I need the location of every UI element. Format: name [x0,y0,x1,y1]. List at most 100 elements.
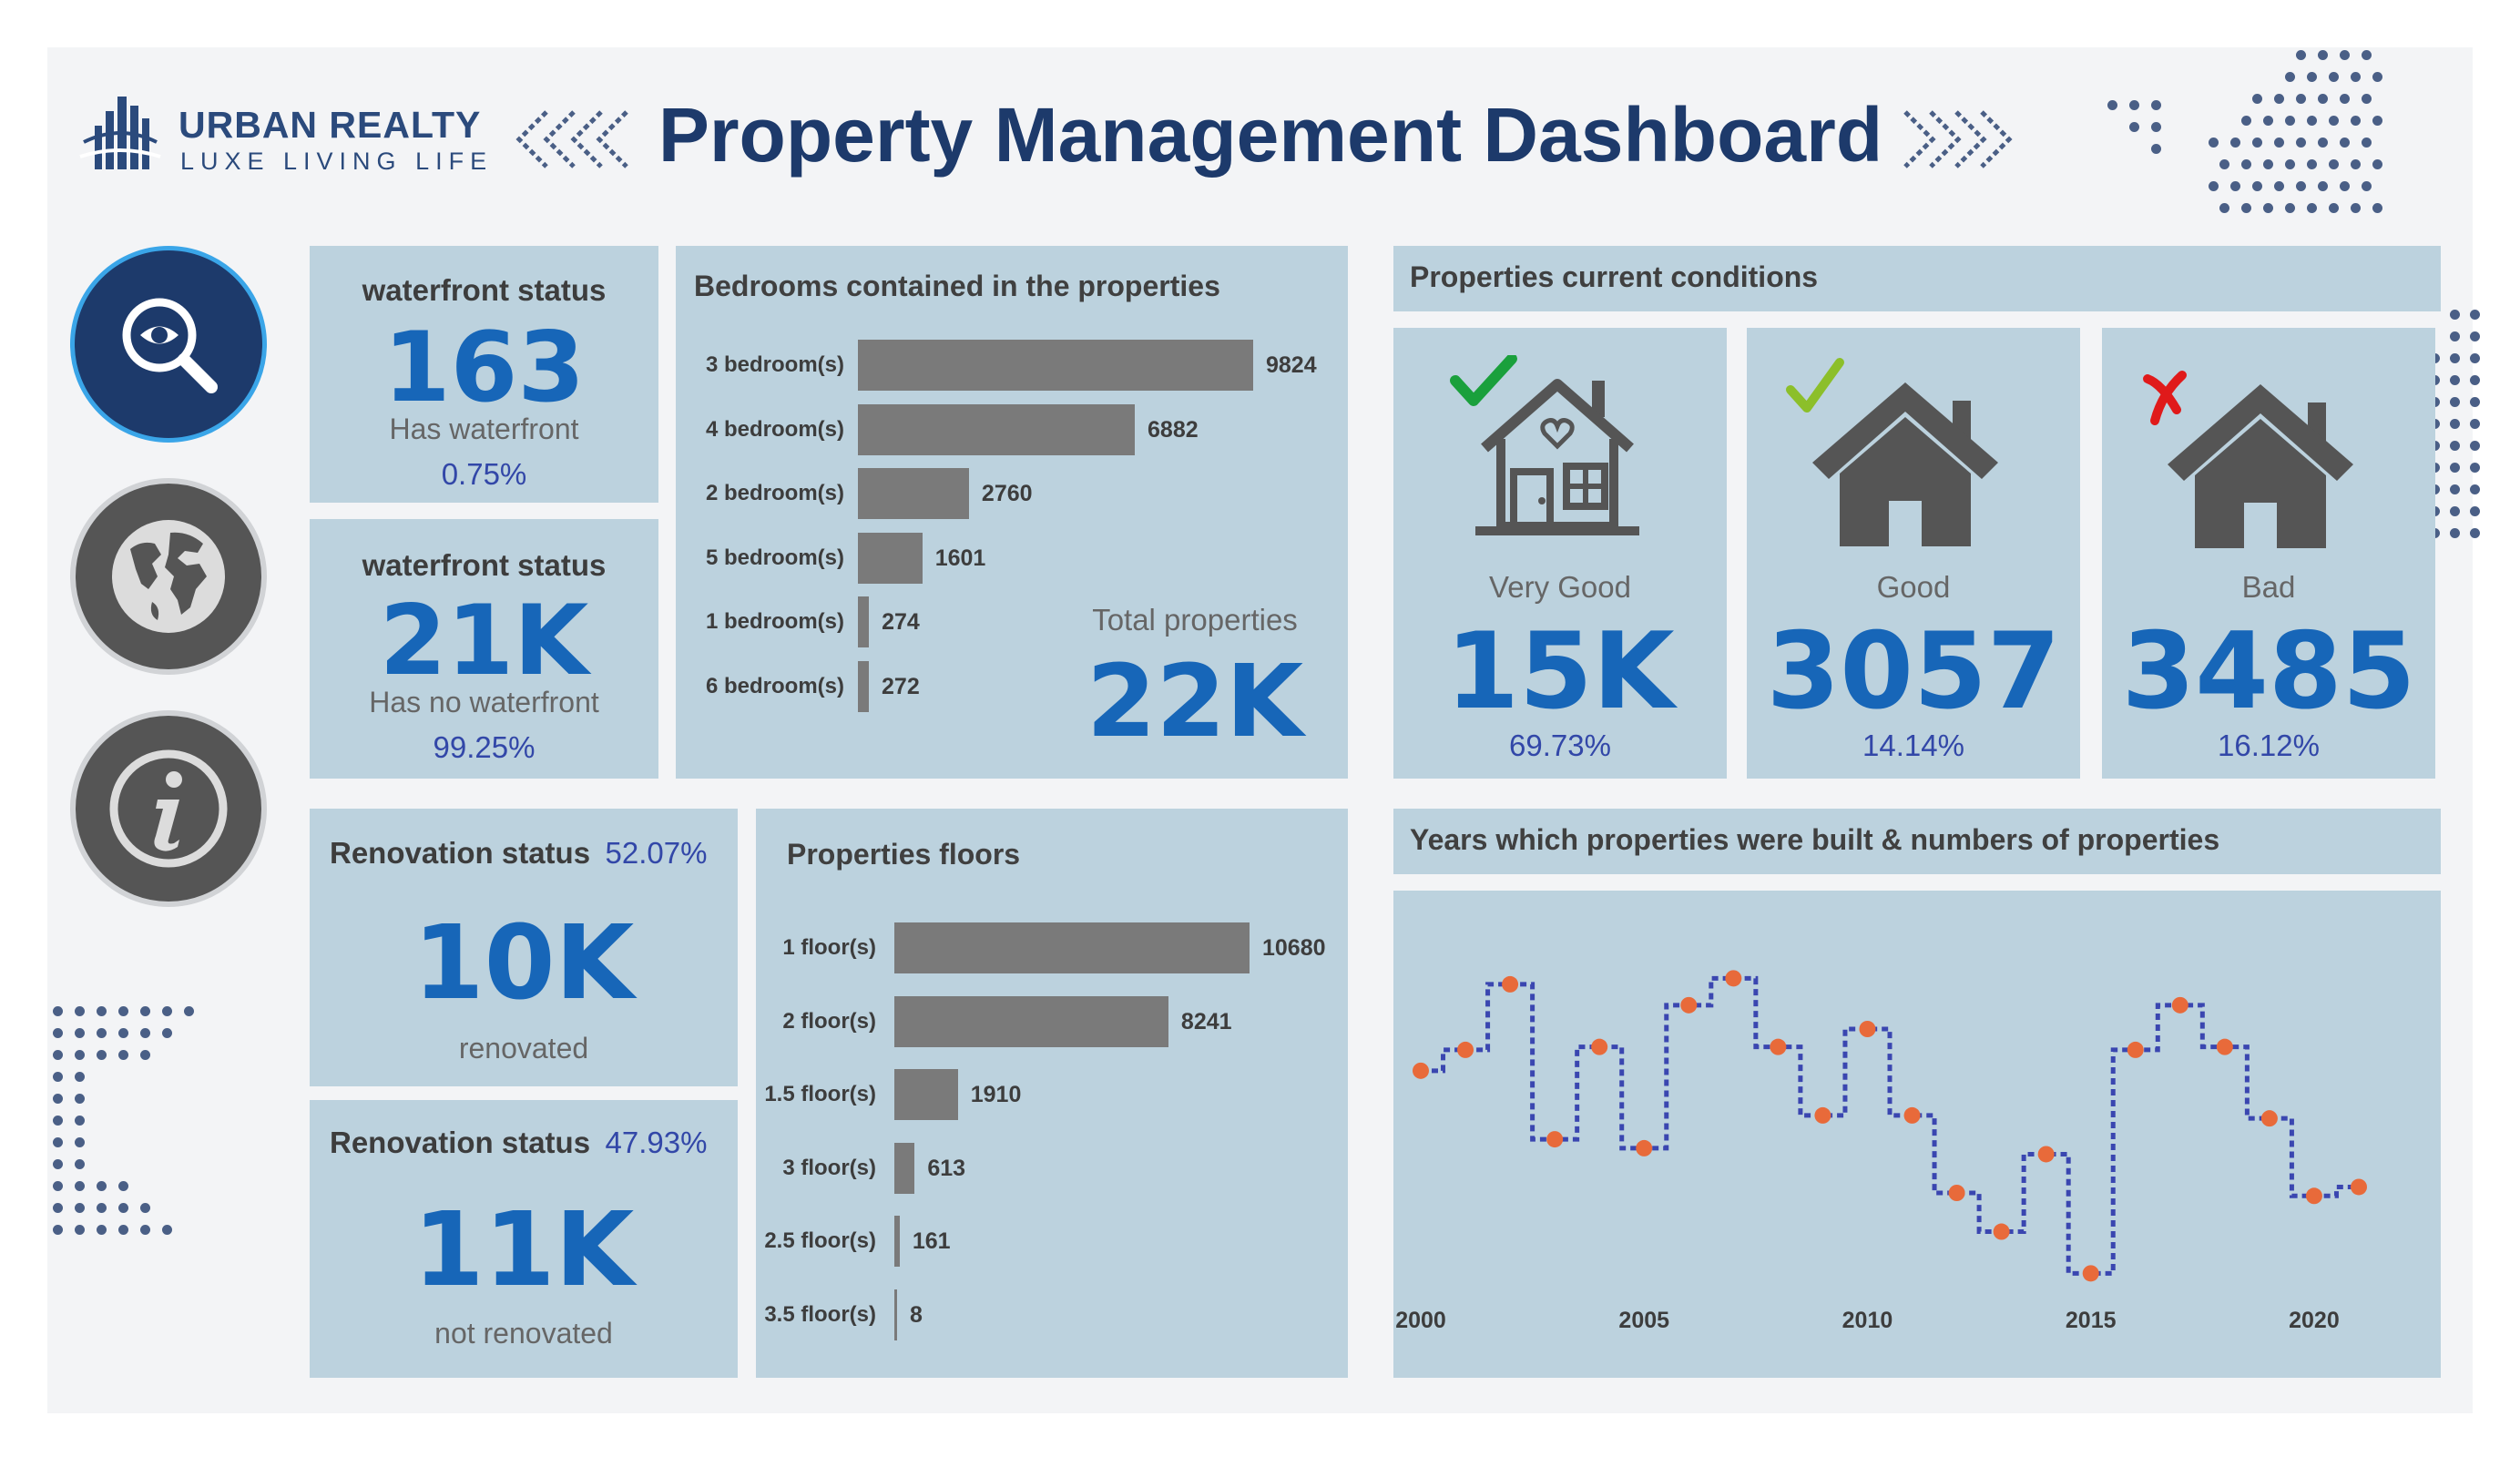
decorative-dot [2362,181,2372,191]
conditions-header: Properties current conditions [1393,246,2441,311]
decorative-dot [2263,116,2273,126]
nav-search-button[interactable] [70,246,267,443]
data-point [1770,1038,1787,1055]
decorative-dot [2351,72,2361,82]
decorative-dot [2362,138,2372,148]
decorative-dot [53,1159,63,1169]
decorative-dot [97,1225,107,1235]
bar [858,403,1136,455]
decorative-dot [2307,203,2317,213]
decorative-dot [2372,203,2382,213]
x-tick-label: 2010 [1842,1308,1893,1333]
decorative-dot [2296,181,2306,191]
bar-row: 2 bedroom(s) 2760 [676,468,1348,519]
kpi-title: Renovation status [330,836,591,870]
condition-label: Good [1876,570,1951,604]
condition-percent: 14.14% [1862,728,1964,762]
nav-info-button[interactable] [70,710,267,907]
decorative-dot [2151,144,2161,154]
bar-row: 2 floor(s) 8241 [756,995,1348,1047]
bar-value-label: 8 [910,1301,923,1328]
condition-percent: 16.12% [2218,728,2320,762]
data-point [2305,1187,2322,1205]
house-icon [1786,358,1998,546]
decorative-dot [2450,331,2460,341]
decorative-dot [2285,72,2295,82]
decorative-dot [2274,138,2284,148]
panel-title: Years which properties were built & numb… [1410,823,2220,856]
decorative-dot [2151,100,2161,110]
bar [894,995,1168,1047]
bar [858,340,1253,391]
condition-value: 3057 [1766,610,2061,733]
decorative-dot [2362,50,2372,60]
total-properties-value: 22K [1086,643,1304,759]
decorative-dot [2107,100,2117,110]
renovated-card: Renovation status 52.07% 10K renovated [310,809,738,1086]
decorative-dot [2285,116,2295,126]
bar-category-label: 4 bedroom(s) [705,416,844,442]
decorative-dot [2263,203,2273,213]
x-tick-label: 2015 [2066,1308,2117,1333]
decorative-dot [2362,94,2372,104]
decorative-dot [2285,159,2295,169]
data-point [1636,1139,1653,1156]
decorative-dot [53,1203,63,1213]
decorative-dot [2450,441,2460,451]
condition-good-card: Good 3057 14.14% [1747,328,2080,779]
data-point [1814,1106,1831,1124]
decorative-dot [2296,94,2306,104]
bar [858,660,870,712]
bar-category-label: 1 bedroom(s) [705,609,844,634]
chevron-left-decoration-icon [515,110,628,168]
data-point [2082,1265,2099,1282]
decorative-dot [140,1028,150,1038]
nav-globe-button[interactable] [70,478,267,675]
kpi-percent: 47.93% [605,1126,708,1159]
globe-icon [112,520,225,633]
x-tick-label: 2020 [2289,1308,2340,1333]
decorative-dot [2470,484,2480,494]
condition-label: Bad [2241,570,2296,604]
decorative-dot [2274,181,2284,191]
decorative-dot [2307,159,2317,169]
decorative-dot [2296,50,2306,60]
condition-value: 15K [1445,610,1675,733]
bar [894,1289,897,1340]
bar [894,922,1250,973]
decorative-dot [2372,116,2382,126]
decorative-dot [162,1028,172,1038]
condition-label: Very Good [1489,570,1631,604]
bar-row: 2.5 floor(s) 161 [756,1216,1348,1267]
bar-category-label: 1.5 floor(s) [764,1082,876,1106]
decorative-dot [97,1203,107,1213]
bar-value-label: 10680 [1262,935,1326,961]
decorative-dot [2340,94,2350,104]
decorative-dot [75,1006,85,1016]
bar-category-label: 3.5 floor(s) [764,1301,876,1327]
decorative-dot [2372,72,2382,82]
decorative-dot [2450,310,2460,320]
decorative-dot [2340,138,2350,148]
decorative-dot [140,1050,150,1060]
decorative-dot [140,1225,150,1235]
data-point [2171,996,2188,1014]
kpi-title: waterfront status [362,548,607,582]
decorative-dot [97,1181,107,1191]
decorative-dot [162,1006,172,1016]
decorative-dot [53,1006,63,1016]
total-properties-label: Total properties [1092,603,1298,637]
decorative-dot [118,1181,128,1191]
decorative-dot [2470,528,2480,538]
decorative-dot [53,1028,63,1038]
decorative-dot [2219,159,2229,169]
data-point [1993,1223,2010,1240]
not-renovated-card: Renovation status 47.93% 11K not renovat… [310,1100,738,1378]
search-eye-icon [122,298,218,393]
waterfront-has-card: waterfront status 163 Has waterfront 0.7… [310,246,658,503]
data-point [1546,1131,1564,1148]
bar-value-label: 6882 [1148,416,1199,443]
decorative-dot [2329,159,2339,169]
decorative-dot [2470,375,2480,385]
house-heart-icon [1450,355,1639,535]
